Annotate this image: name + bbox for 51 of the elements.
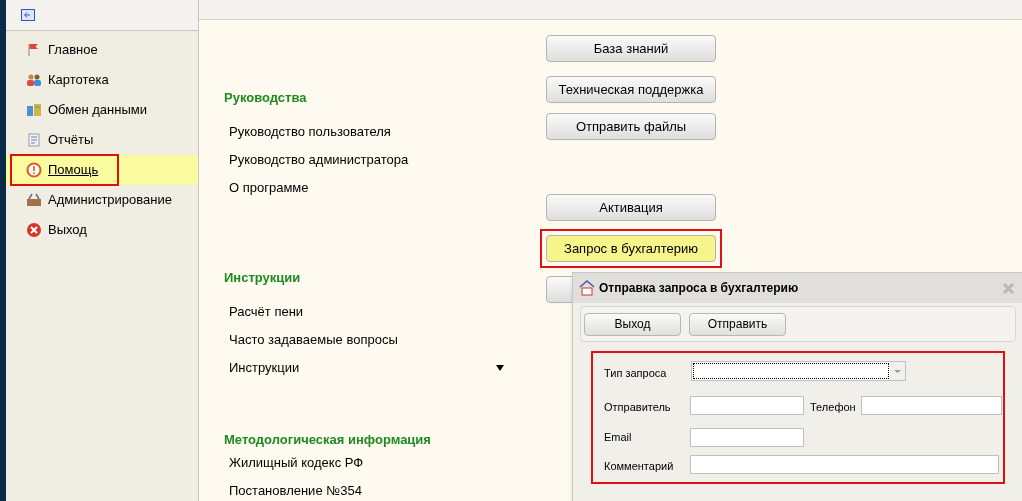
sidebar-item[interactable]: Помощь <box>48 160 99 180</box>
field-label: Комментарий <box>604 459 674 474</box>
help-link[interactable]: О программе <box>229 178 309 198</box>
action-button[interactable]: Отправить файлы <box>546 113 716 140</box>
field-label: Тип запроса <box>604 366 667 381</box>
sidebar-item[interactable]: Обмен данными <box>48 100 147 120</box>
input-field[interactable] <box>861 396 1002 415</box>
combo-field[interactable] <box>691 361 906 381</box>
sidebar-row[interactable]: Отчёты <box>6 125 198 155</box>
sidebar-item[interactable]: Главное <box>48 40 98 60</box>
action-button[interactable]: Запрос в бухгалтерию <box>546 235 716 262</box>
section-heading: Методологическая информация <box>224 431 432 449</box>
help-link[interactable]: Часто задаваемые вопросы <box>229 330 398 350</box>
help-link[interactable]: Инструкции <box>229 358 300 378</box>
sidebar-item[interactable]: Картотека <box>48 70 109 90</box>
section-heading: Инструкции <box>224 269 302 287</box>
help-icon[interactable] <box>26 162 42 178</box>
sidebar-row[interactable]: Выход <box>6 215 198 245</box>
sidebar-row[interactable]: Администрирование <box>6 185 198 215</box>
input-field[interactable] <box>690 396 804 415</box>
action-button[interactable]: Активация <box>546 194 716 221</box>
help-link[interactable]: Руководство администратора <box>229 150 409 170</box>
boxes-icon[interactable] <box>26 102 42 118</box>
dialog-title: Отправка запроса в бухгалтерию <box>599 280 800 297</box>
help-link[interactable]: Расчёт пени <box>229 302 304 322</box>
dropdown-arrow-icon[interactable] <box>496 365 504 371</box>
action-button[interactable]: База знаний <box>546 35 716 62</box>
section-heading: Руководства <box>224 89 308 107</box>
input-field[interactable] <box>690 428 804 447</box>
input-field[interactable] <box>690 455 999 474</box>
help-link[interactable]: Жилищный кодекс РФ <box>229 453 364 473</box>
help-link[interactable]: Постановление №354 <box>229 481 362 501</box>
exit-icon[interactable] <box>26 222 42 238</box>
action-button[interactable]: Техническая поддержка <box>546 76 716 103</box>
sidebar-item[interactable]: Отчёты <box>48 130 94 150</box>
toolbox-icon[interactable] <box>26 192 42 208</box>
sidebar-row[interactable]: Главное <box>6 35 198 65</box>
house-logo-icon <box>579 280 595 296</box>
sidebar-item[interactable]: Администрирование <box>48 190 172 210</box>
people-icon[interactable] <box>26 72 42 88</box>
sidebar-row[interactable]: Помощь <box>6 155 198 185</box>
back-icon[interactable] <box>21 9 35 21</box>
sidebar-row[interactable]: Картотека <box>6 65 198 95</box>
field-label: Email <box>604 430 632 445</box>
help-link[interactable]: Руководство пользователя <box>229 122 391 142</box>
dialog-button[interactable]: Отправить <box>689 312 786 336</box>
field-label: Отправитель <box>604 400 671 415</box>
field-label: Телефон <box>810 400 856 415</box>
sidebar-row[interactable]: Обмен данными <box>6 95 198 125</box>
dialog-button[interactable]: Выход <box>584 312 681 336</box>
sidebar-item[interactable]: Выход <box>48 220 87 240</box>
